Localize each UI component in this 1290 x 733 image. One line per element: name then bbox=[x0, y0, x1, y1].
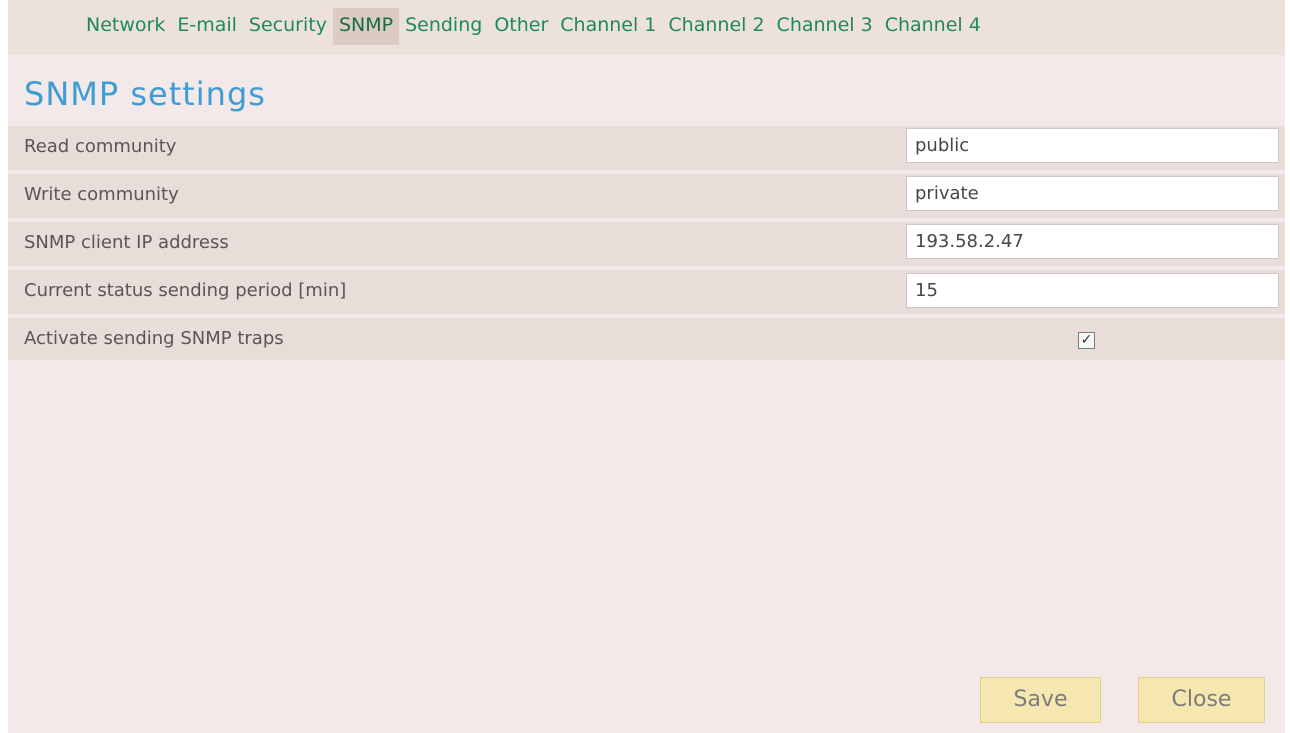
tab-bar: Network E-mail Security SNMP Sending Oth… bbox=[8, 0, 1285, 55]
page-title: SNMP settings bbox=[24, 75, 266, 113]
status-period-label: Current status sending period [min] bbox=[24, 280, 347, 301]
tab-channel-2[interactable]: Channel 2 bbox=[662, 8, 770, 45]
client-ip-input[interactable] bbox=[906, 224, 1279, 259]
tab-channel-3[interactable]: Channel 3 bbox=[771, 8, 879, 45]
client-ip-label: SNMP client IP address bbox=[24, 232, 229, 253]
tab-channel-1[interactable]: Channel 1 bbox=[554, 8, 662, 45]
read-community-label: Read community bbox=[24, 136, 177, 157]
tab-channel-4[interactable]: Channel 4 bbox=[879, 8, 987, 45]
read-community-input[interactable] bbox=[906, 128, 1279, 163]
tab-security[interactable]: Security bbox=[243, 8, 333, 45]
traps-label: Activate sending SNMP traps bbox=[24, 328, 284, 349]
close-button[interactable]: Close bbox=[1138, 677, 1265, 723]
tab-snmp[interactable]: SNMP bbox=[332, 8, 400, 45]
tab-other[interactable]: Other bbox=[488, 8, 554, 45]
tab-sending[interactable]: Sending bbox=[399, 8, 488, 45]
write-community-input[interactable] bbox=[906, 176, 1279, 211]
write-community-label: Write community bbox=[24, 184, 179, 205]
save-button[interactable]: Save bbox=[980, 677, 1101, 723]
settings-panel: Network E-mail Security SNMP Sending Oth… bbox=[8, 0, 1285, 733]
traps-checkbox[interactable]: ✓ bbox=[1078, 332, 1095, 349]
status-period-input[interactable] bbox=[906, 273, 1279, 308]
tab-list: Network E-mail Security SNMP Sending Oth… bbox=[80, 8, 987, 45]
tab-email[interactable]: E-mail bbox=[171, 8, 243, 45]
tab-network[interactable]: Network bbox=[80, 8, 171, 45]
